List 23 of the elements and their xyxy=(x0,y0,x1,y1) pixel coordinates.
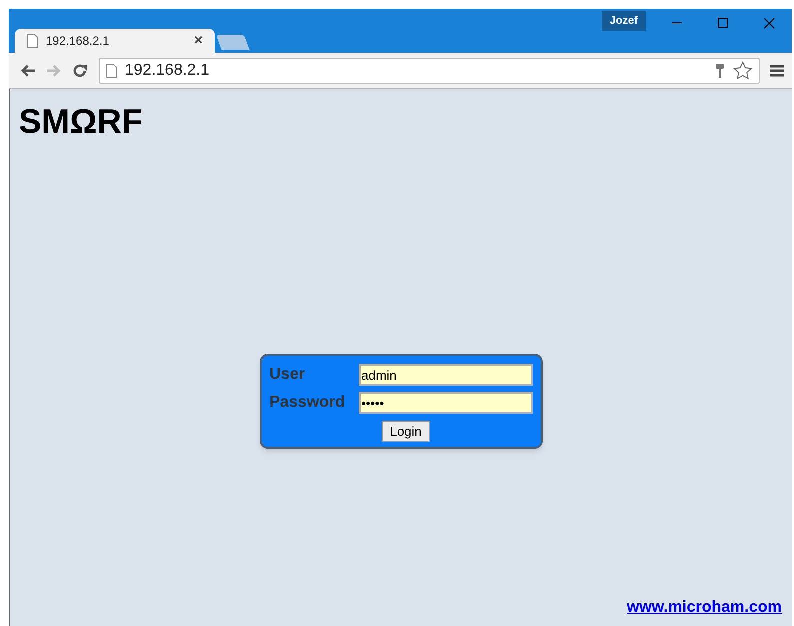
page-heading: SMΩRF xyxy=(19,103,143,141)
tab-title: 192.168.2.1 xyxy=(46,33,110,50)
input-field[interactable]: admin xyxy=(358,364,532,386)
browser-tab[interactable]: 192.168.2.1 × xyxy=(15,29,215,53)
url-text: 192.168.2.1 xyxy=(125,60,211,80)
website-link[interactable]: www.microham.com xyxy=(627,599,782,616)
star-icon[interactable] xyxy=(733,60,753,80)
reload-icon[interactable] xyxy=(72,62,88,78)
maximize-icon xyxy=(718,18,728,28)
profile-badge[interactable]: Jozef xyxy=(602,11,646,31)
address-field[interactable]: 192.168.2.1 xyxy=(99,58,760,84)
field-label: User xyxy=(270,365,306,385)
field-label: Password xyxy=(270,393,346,413)
login-button[interactable]: Login xyxy=(382,421,430,442)
tab-close-button[interactable]: × xyxy=(194,30,203,52)
minimize-icon xyxy=(672,22,682,24)
close-icon xyxy=(764,18,774,28)
key-icon[interactable] xyxy=(715,62,725,78)
menu-icon[interactable] xyxy=(770,64,784,76)
back-arrow-icon[interactable] xyxy=(20,64,36,78)
page-icon xyxy=(106,64,117,78)
page-icon xyxy=(27,34,38,48)
input-field[interactable]: ••••• xyxy=(358,392,532,414)
